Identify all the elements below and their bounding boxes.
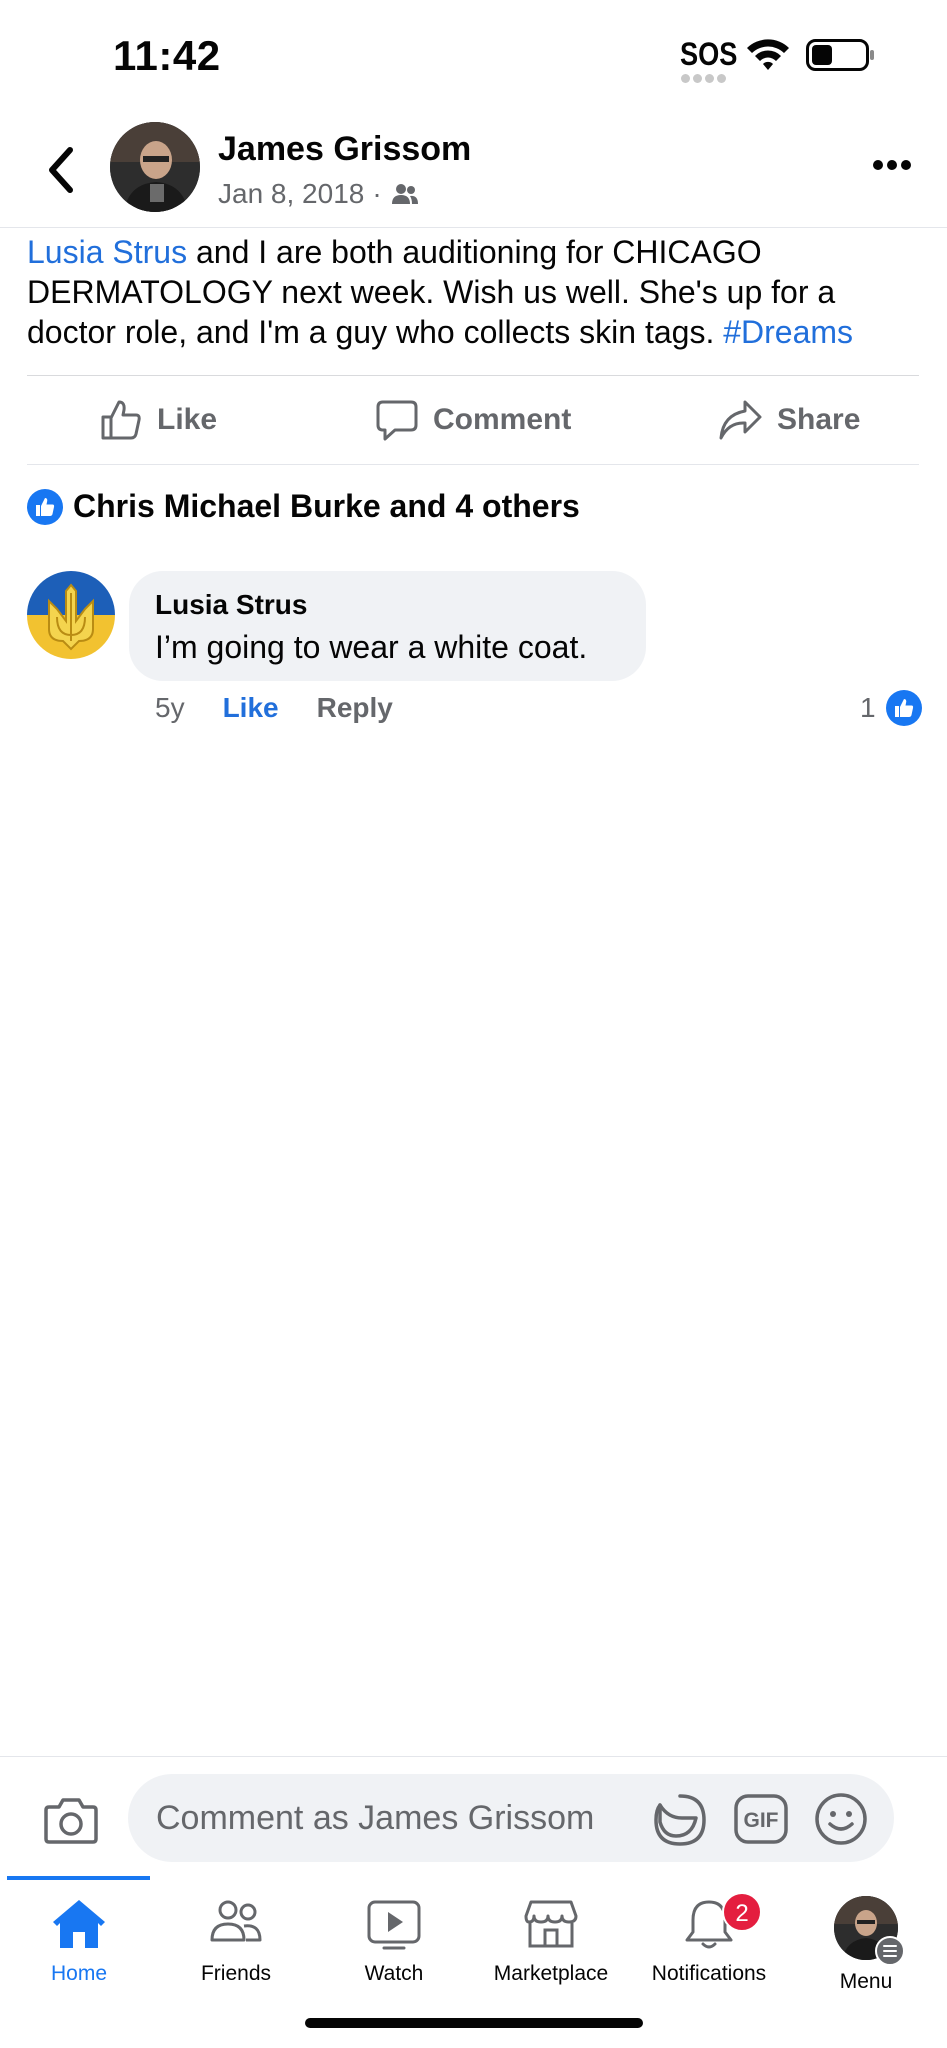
meta-separator: · bbox=[372, 178, 382, 209]
marketplace-icon bbox=[524, 1900, 578, 1948]
post-text: Lusia Strus and I are both auditioning f… bbox=[27, 232, 927, 352]
status-time: 11:42 bbox=[113, 32, 221, 79]
author-avatar[interactable] bbox=[110, 122, 200, 212]
nav-friends[interactable]: Friends bbox=[157, 1896, 315, 2006]
like-label: Like bbox=[157, 403, 218, 436]
hashtag-link[interactable]: #Dreams bbox=[723, 314, 853, 350]
tagged-user-link[interactable]: Lusia Strus bbox=[27, 234, 187, 270]
notifications-badge: 2 bbox=[722, 1892, 762, 1932]
share-button[interactable]: Share bbox=[717, 398, 860, 442]
comment-like-count: 1 bbox=[860, 692, 876, 723]
camera-icon[interactable] bbox=[43, 1795, 99, 1845]
commenter-avatar[interactable] bbox=[27, 571, 115, 659]
like-button[interactable]: Like bbox=[99, 398, 217, 442]
post-header: James Grissom Jan 8, 2018 · bbox=[0, 110, 947, 228]
comment-button[interactable]: Comment bbox=[375, 398, 571, 442]
back-icon[interactable] bbox=[44, 146, 76, 194]
emoji-icon[interactable] bbox=[814, 1792, 868, 1846]
share-icon bbox=[719, 400, 762, 440]
thumbs-up-icon bbox=[101, 400, 141, 440]
post-meta: Jan 8, 2018 · bbox=[218, 178, 420, 210]
sos-indicator: SOS bbox=[680, 36, 738, 72]
watch-icon bbox=[367, 1900, 421, 1950]
nav-menu-label: Menu bbox=[839, 1970, 893, 1993]
nav-friends-label: Friends bbox=[200, 1962, 272, 1985]
wifi-icon bbox=[747, 39, 789, 70]
comment-age: 5y bbox=[155, 692, 185, 723]
nav-watch-label: Watch bbox=[364, 1962, 424, 1985]
nav-notifications[interactable]: 2 Notifications bbox=[630, 1892, 788, 2006]
comment-reactions[interactable]: 1 bbox=[860, 690, 922, 726]
like-reaction-icon bbox=[27, 488, 63, 525]
comment-text: I’m going to wear a white coat. bbox=[155, 629, 588, 665]
active-tab-indicator bbox=[7, 1876, 150, 1880]
nav-home[interactable]: Home bbox=[0, 1896, 158, 2006]
nav-notifications-label: Notifications bbox=[651, 1962, 767, 1985]
sticker-icon[interactable] bbox=[652, 1792, 708, 1848]
reactions-summary[interactable]: Chris Michael Burke and 4 others bbox=[27, 488, 580, 525]
home-indicator bbox=[305, 2018, 643, 2028]
comment-label: Comment bbox=[433, 403, 572, 436]
share-label: Share bbox=[777, 403, 861, 436]
post-actions: Like Comment Share bbox=[27, 375, 919, 465]
like-reaction-icon bbox=[885, 690, 922, 726]
comment-meta: 5y Like Reply bbox=[155, 692, 393, 724]
comment-like-button[interactable]: Like bbox=[223, 692, 279, 724]
post-date[interactable]: Jan 8, 2018 bbox=[218, 178, 364, 210]
friends-icon bbox=[391, 184, 418, 204]
gif-label: GIF bbox=[744, 1809, 779, 1832]
comment-composer: GIF bbox=[0, 1756, 947, 1876]
reactions-text: Chris Michael Burke and 4 others bbox=[73, 488, 580, 524]
signal-dots bbox=[681, 70, 731, 83]
friends-icon bbox=[210, 1900, 262, 1942]
author-name[interactable]: James Grissom bbox=[218, 130, 471, 169]
comment-icon bbox=[376, 400, 418, 441]
nav-marketplace[interactable]: Marketplace bbox=[472, 1896, 630, 2006]
nav-watch[interactable]: Watch bbox=[315, 1896, 473, 2006]
comment-author[interactable]: Lusia Strus bbox=[155, 589, 307, 621]
gif-icon[interactable]: GIF bbox=[734, 1794, 788, 1844]
more-options-icon[interactable] bbox=[872, 158, 912, 172]
status-bar: 11:42 SOS bbox=[0, 0, 947, 110]
comment-bubble[interactable]: Lusia Strus I’m going to wear a white co… bbox=[129, 571, 646, 681]
battery-icon bbox=[806, 39, 874, 71]
nav-marketplace-label: Marketplace bbox=[493, 1962, 609, 1985]
comment-reply-button[interactable]: Reply bbox=[317, 692, 393, 724]
home-icon bbox=[53, 1900, 105, 1948]
nav-home-label: Home bbox=[50, 1962, 108, 1985]
menu-lines-icon bbox=[875, 1936, 905, 1966]
nav-menu[interactable]: Menu bbox=[787, 1896, 945, 2006]
